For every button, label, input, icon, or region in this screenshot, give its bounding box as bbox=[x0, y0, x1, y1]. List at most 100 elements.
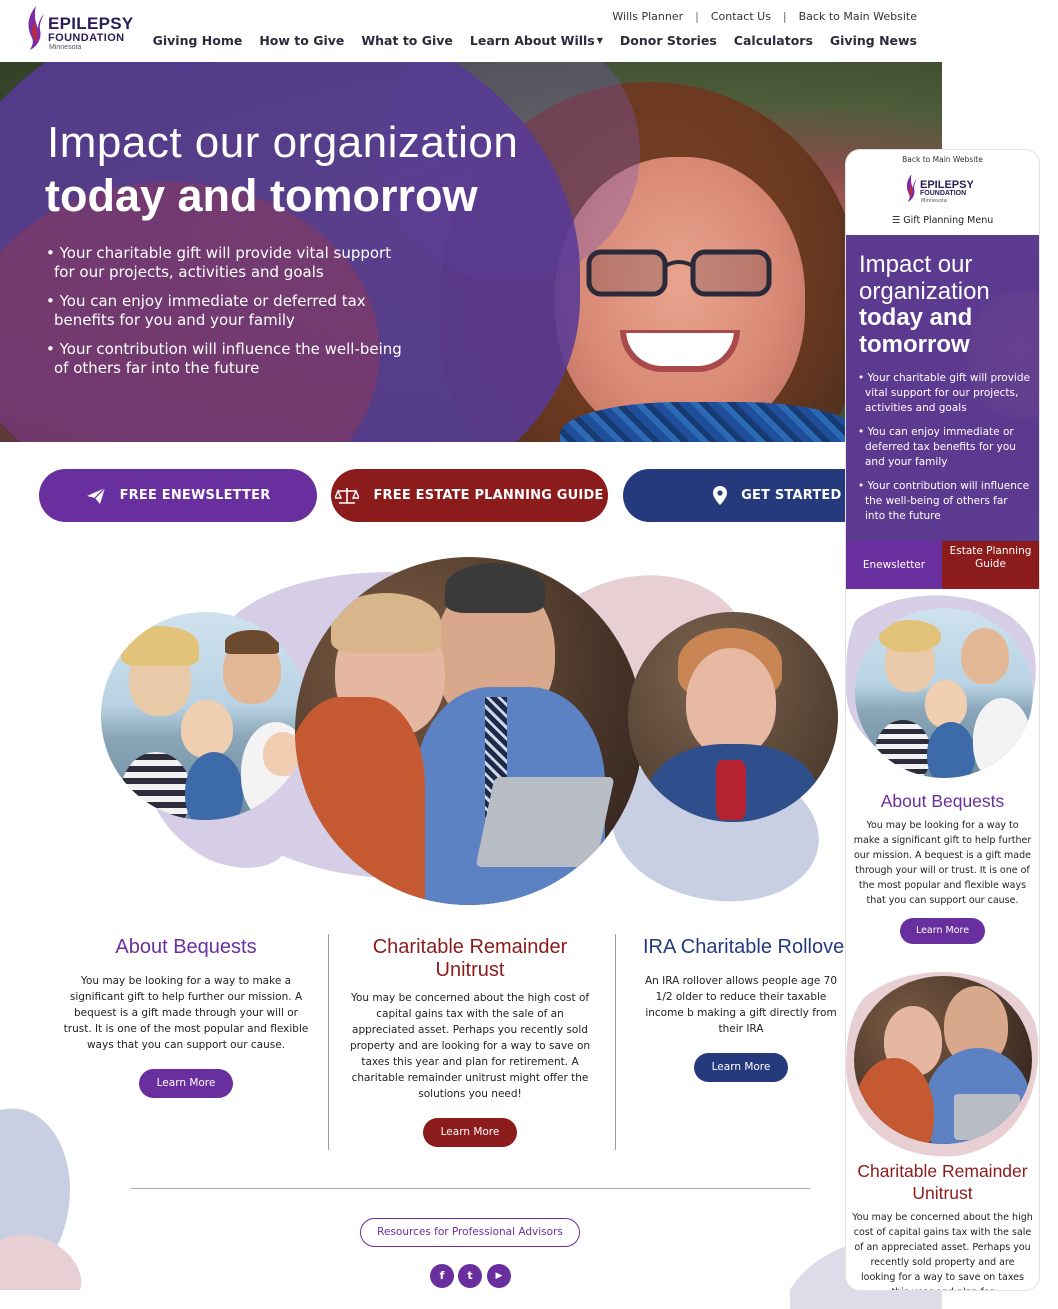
nav-label: What to Give bbox=[361, 33, 453, 48]
family-photo bbox=[101, 612, 309, 820]
mobile-family-photo bbox=[855, 608, 1033, 778]
feature-title: IRA Charitable Rollove bbox=[643, 936, 845, 958]
photo-figure bbox=[954, 1094, 1020, 1140]
photo-figure bbox=[225, 630, 279, 654]
photo-figure bbox=[331, 593, 441, 653]
column-divider bbox=[328, 934, 329, 1150]
mobile-couple-photo bbox=[854, 976, 1032, 1144]
twitter-icon[interactable]: t bbox=[458, 1264, 482, 1288]
feature-bequests: About Bequests You may be looking for a … bbox=[60, 936, 312, 1098]
nav-label: Learn About Wills bbox=[469, 33, 595, 48]
nav-calculators[interactable]: Calculators bbox=[734, 33, 813, 48]
scale-icon bbox=[335, 487, 360, 504]
nav-donor-stories[interactable]: Donor Stories bbox=[620, 33, 717, 48]
paper-plane-icon bbox=[86, 487, 106, 504]
feature-text: You may be looking for a way to make a s… bbox=[63, 975, 309, 1051]
menu-label: Gift Planning Menu bbox=[903, 215, 994, 226]
feature-text: You may be concerned about the high cost… bbox=[349, 992, 591, 1100]
elderly-woman-photo bbox=[628, 612, 838, 822]
learn-more-button[interactable]: Learn More bbox=[138, 1069, 234, 1098]
logo-line-1: EPILEPSY bbox=[920, 179, 974, 191]
photo-figure bbox=[445, 563, 545, 613]
free-enewsletter-button[interactable]: FREE ENEWSLETTER bbox=[39, 469, 317, 522]
nav-learn-about-wills[interactable]: Learn About Wills ▼ bbox=[470, 33, 603, 48]
mobile-hero-title-bold: today and tomorrow bbox=[859, 304, 973, 358]
mobile-estate-planning-tab[interactable]: Estate Planning Guide bbox=[942, 541, 1039, 589]
hero-bullet: Your contribution will influence the wel… bbox=[46, 340, 406, 378]
hero-title-light: Impact our organization bbox=[47, 118, 519, 167]
logo-line-2: FOUNDATION bbox=[48, 32, 125, 44]
logo-line-2: FOUNDATION bbox=[920, 190, 967, 197]
youtube-icon[interactable]: ▶ bbox=[487, 1264, 511, 1288]
map-pin-icon bbox=[713, 486, 728, 505]
flame-logo-icon bbox=[906, 174, 917, 202]
logo-line-3: Minnesota bbox=[921, 198, 947, 204]
nav-label: Donor Stories bbox=[619, 33, 717, 48]
logo-line-1: EPILEPSY bbox=[48, 14, 134, 33]
feature-title: Charitable Remainder Unitrust bbox=[857, 1161, 1028, 1203]
couple-at-laptop-photo bbox=[295, 557, 643, 905]
hero-title-bold: today and tomorrow bbox=[45, 170, 478, 221]
feature-ira: IRA Charitable Rollove An IRA rollover a… bbox=[636, 936, 876, 1082]
photo-figure bbox=[185, 752, 243, 820]
photo-figure bbox=[686, 648, 776, 756]
feature-text: You may be looking for a way to make a s… bbox=[853, 820, 1032, 906]
learn-more-button[interactable]: Learn More bbox=[693, 1053, 789, 1082]
photo-figure bbox=[925, 680, 967, 728]
hero-bullet: You can enjoy immediate or deferred tax … bbox=[46, 292, 406, 330]
mobile-back-to-main-link[interactable]: Back to Main Website bbox=[846, 155, 1039, 164]
feature-title: Charitable Remainder Unitrust bbox=[372, 936, 568, 981]
feature-text: You may be concerned about the high cost… bbox=[852, 1212, 1033, 1290]
nav-label: Giving News bbox=[829, 33, 917, 48]
nav-what-to-give[interactable]: What to Give bbox=[361, 33, 453, 48]
feature-text: An IRA rollover allows people age 70 1/2… bbox=[644, 975, 838, 1035]
nav-giving-news[interactable]: Giving News bbox=[830, 33, 917, 48]
desktop-page: EPILEPSY FOUNDATION Minnesota Wills Plan… bbox=[0, 0, 942, 1309]
decorative-blobs bbox=[0, 1108, 82, 1290]
button-label: FREE ENEWSLETTER bbox=[119, 488, 271, 503]
learn-more-button[interactable]: Learn More bbox=[422, 1118, 518, 1147]
photo-figure bbox=[927, 722, 975, 778]
feature-crut: Charitable Remainder Unitrust You may be… bbox=[348, 936, 592, 1147]
feature-title: About Bequests bbox=[115, 936, 257, 958]
column-divider bbox=[615, 934, 616, 1150]
photo-figure bbox=[716, 760, 746, 820]
hero-bullet: Your charitable gift will provide vital … bbox=[46, 244, 406, 282]
nav-label: Giving Home bbox=[152, 33, 243, 48]
mobile-enewsletter-tab[interactable]: Enewsletter bbox=[846, 541, 942, 589]
nav-label: How to Give bbox=[259, 33, 345, 48]
main-nav: Giving Home How to Give What to Give Lea… bbox=[153, 33, 917, 48]
site-logo[interactable]: EPILEPSY FOUNDATION Minnesota bbox=[24, 4, 144, 56]
mobile-logo[interactable]: EPILEPSY FOUNDATION Minnesota bbox=[904, 172, 994, 208]
hero-bullet: You can enjoy immediate or deferred tax … bbox=[858, 425, 1030, 470]
facebook-icon[interactable]: f bbox=[430, 1264, 454, 1288]
hero-bullet: Your charitable gift will provide vital … bbox=[858, 371, 1030, 416]
flame-logo-icon bbox=[28, 6, 44, 50]
hero-bullet-list: Your charitable gift will provide vital … bbox=[46, 244, 406, 388]
utility-link-contact[interactable]: Contact Us bbox=[699, 10, 783, 23]
gift-planning-menu-button[interactable]: ☰ Gift Planning Menu bbox=[846, 215, 1039, 226]
photo-figure bbox=[121, 752, 191, 820]
section-divider bbox=[131, 1188, 810, 1189]
mobile-hero-bullets: Your charitable gift will provide vital … bbox=[858, 371, 1030, 533]
mobile-feature-crut: Charitable Remainder Unitrust You may be… bbox=[846, 1160, 1039, 1290]
professional-advisors-button[interactable]: Resources for Professional Advisors bbox=[360, 1218, 580, 1247]
mobile-preview: Back to Main Website EPILEPSY FOUNDATION… bbox=[846, 150, 1039, 1290]
utility-link-wills-planner[interactable]: Wills Planner bbox=[600, 10, 695, 23]
mobile-hero-title-light: Impact our organization bbox=[859, 251, 990, 305]
button-label: FREE ESTATE PLANNING GUIDE bbox=[373, 488, 604, 503]
site-header: EPILEPSY FOUNDATION Minnesota Wills Plan… bbox=[0, 0, 942, 62]
hero-bullet: Your contribution will influence the wel… bbox=[858, 479, 1030, 524]
free-estate-planning-guide-button[interactable]: FREE ESTATE PLANNING GUIDE bbox=[331, 469, 608, 522]
photo-figure bbox=[121, 626, 199, 666]
mobile-feature-bequests: About Bequests You may be looking for a … bbox=[846, 790, 1039, 944]
utility-nav: Wills Planner | Contact Us | Back to Mai… bbox=[600, 10, 917, 23]
utility-link-main-website[interactable]: Back to Main Website bbox=[787, 10, 917, 23]
learn-more-button[interactable]: Learn More bbox=[899, 918, 986, 944]
nav-giving-home[interactable]: Giving Home bbox=[153, 33, 243, 48]
feature-title: About Bequests bbox=[880, 791, 1005, 811]
nav-how-to-give[interactable]: How to Give bbox=[259, 33, 344, 48]
hero-photo-glasses bbox=[586, 249, 772, 297]
photo-figure bbox=[961, 628, 1009, 684]
nav-label: Calculators bbox=[733, 33, 813, 48]
